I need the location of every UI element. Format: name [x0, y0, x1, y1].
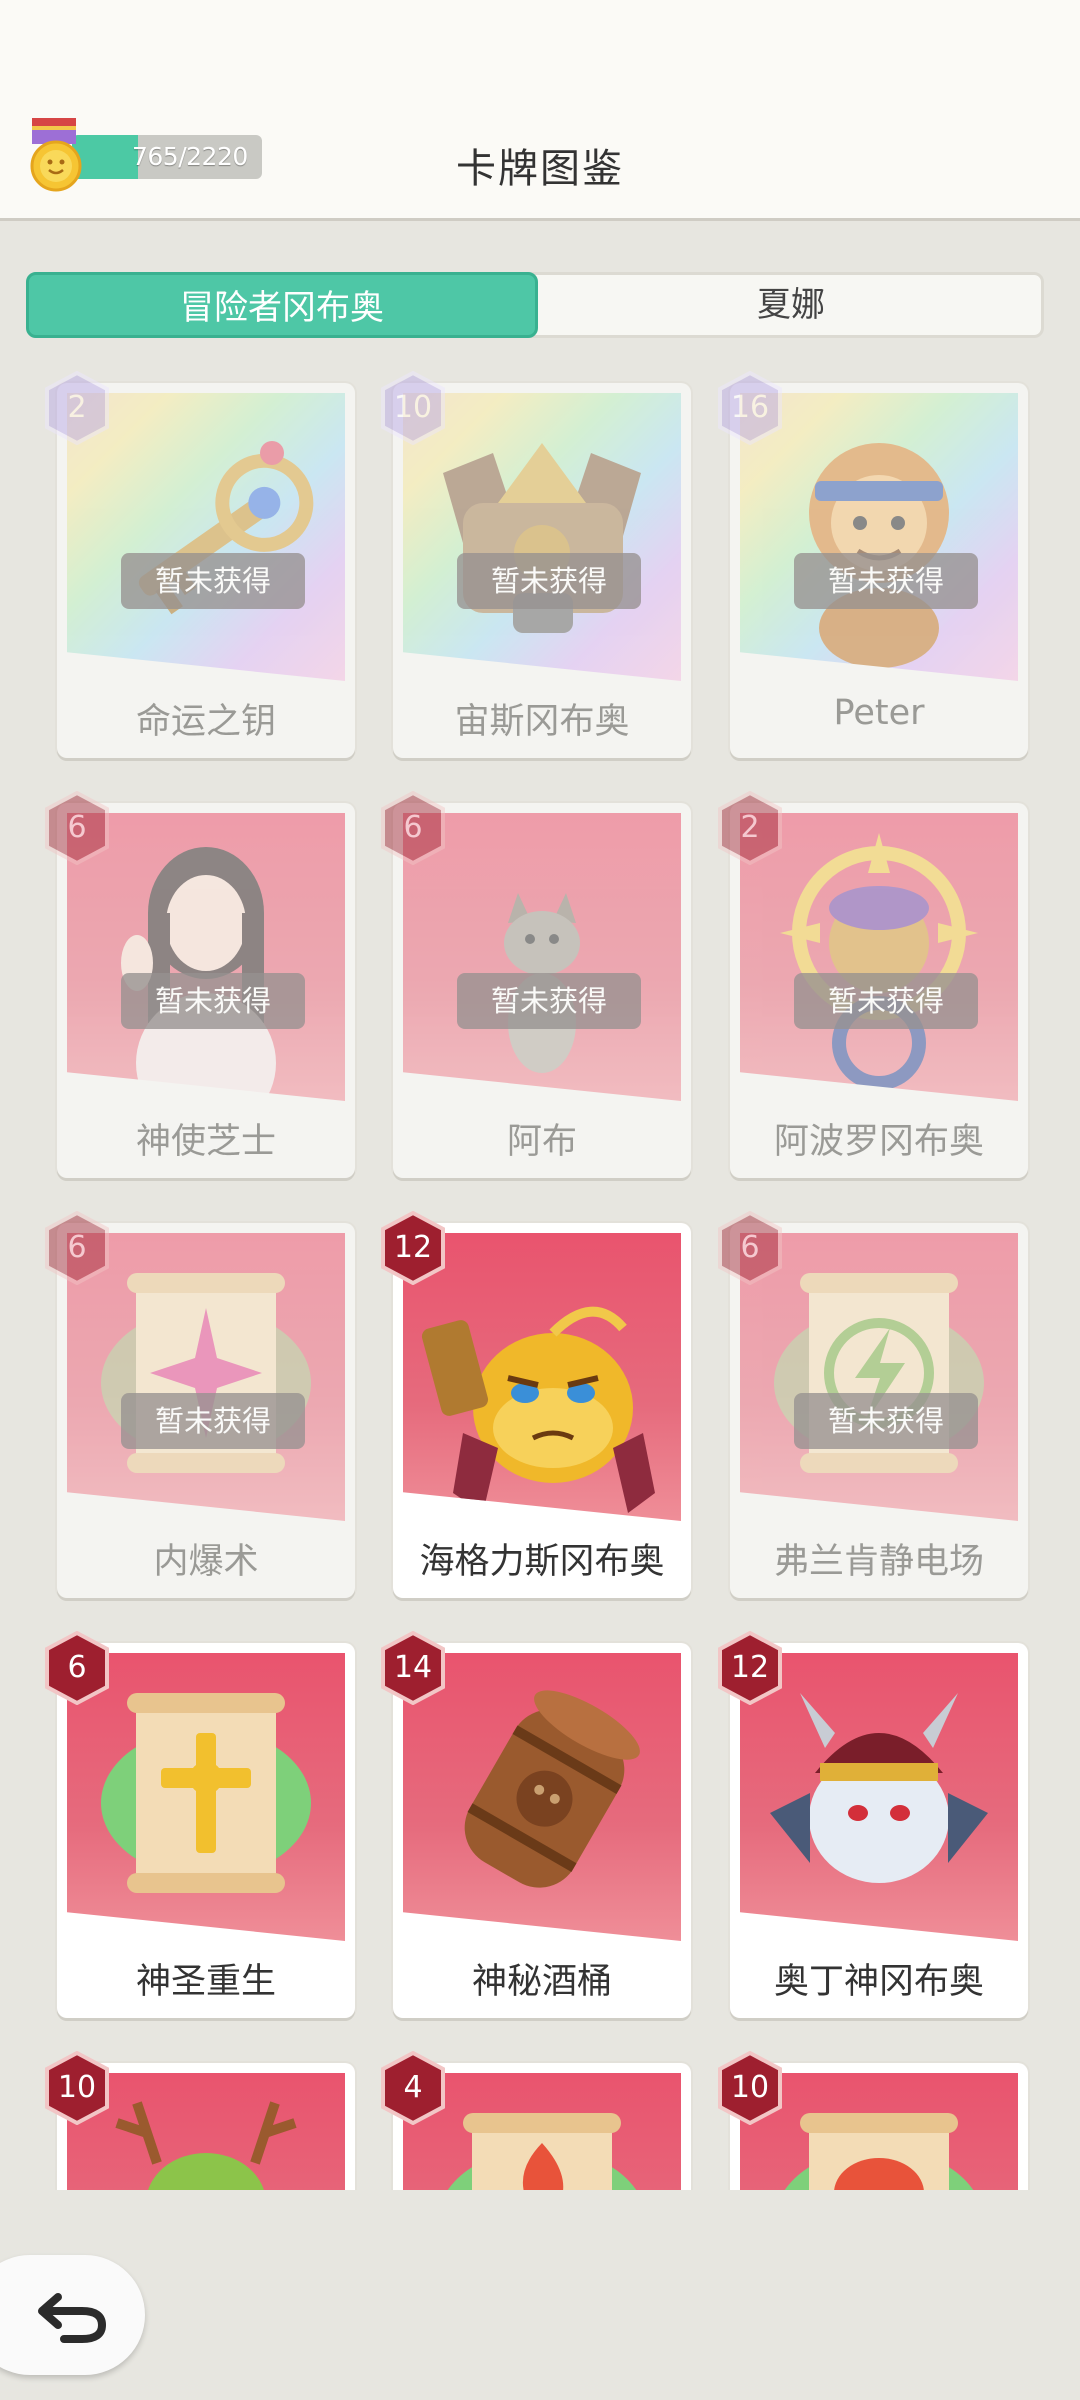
card-name: 宙斯冈布奥 — [454, 702, 630, 742]
card-name: 命运之钥 — [135, 702, 276, 742]
card-item[interactable]: 暂未获得 2 阿波罗冈布奥 — [718, 791, 1028, 1178]
page-title: 卡牌图鉴 — [456, 146, 624, 192]
cost-badge: 6 — [43, 1631, 111, 1705]
back-arrow-icon — [38, 2293, 107, 2343]
card-item[interactable]: 14 神秘酒桶 — [381, 1631, 691, 2018]
tab-adventurer-gumballs[interactable]: 冒险者冈布奥 — [26, 272, 538, 338]
cost-badge: 10 — [716, 2051, 784, 2125]
locked-label: 暂未获得 — [121, 1393, 305, 1449]
card-name: 神圣重生 — [135, 1962, 276, 2002]
card-item[interactable]: 4 — [381, 2051, 691, 2190]
card-item[interactable]: 暂未获得 6 弗兰肯静电场 — [718, 1211, 1028, 1598]
card-item[interactable]: 暂未获得 2 命运之钥 — [45, 371, 355, 758]
cost-badge: 10 — [379, 371, 447, 445]
cost-badge: 16 — [716, 371, 784, 445]
tab-shana[interactable]: 夏娜 — [538, 272, 1044, 338]
card-name: 神使芝士 — [135, 1122, 276, 1162]
card-name: 奥丁神冈布奥 — [773, 1962, 984, 2002]
card-item[interactable]: 12 奥丁神冈布奥 — [718, 1631, 1028, 2018]
locked-label: 暂未获得 — [121, 553, 305, 609]
cost-badge: 4 — [379, 2051, 447, 2125]
card-item[interactable]: 10 — [718, 2051, 1028, 2190]
card-item[interactable]: 12 海格力斯冈布奥 — [381, 1211, 691, 1598]
card-name: 阿波罗冈布奥 — [773, 1122, 984, 1162]
card-name: 神秘酒桶 — [471, 1962, 612, 2002]
card-item[interactable]: 10 — [45, 2051, 355, 2190]
category-tabs: 冒险者冈布奥 夏娜 — [26, 272, 1044, 338]
card-item[interactable]: 暂未获得 6 内爆术 — [45, 1211, 355, 1598]
locked-label: 暂未获得 — [794, 553, 978, 609]
card-name: 海格力斯冈布奥 — [419, 1542, 665, 1582]
cost-badge: 10 — [43, 2051, 111, 2125]
cost-badge: 12 — [379, 1211, 447, 1285]
card-item[interactable]: 暂未获得 16 Peter — [718, 371, 1028, 758]
locked-label: 暂未获得 — [457, 973, 641, 1029]
cost-badge: 6 — [43, 1211, 111, 1285]
locked-label: 暂未获得 — [794, 1393, 978, 1449]
card-item[interactable]: 6 神圣重生 — [45, 1631, 355, 2018]
cost-badge: 2 — [43, 371, 111, 445]
card-name: Peter — [833, 693, 925, 733]
card-item[interactable]: 暂未获得 6 阿布 — [381, 791, 691, 1178]
cost-badge: 2 — [716, 791, 784, 865]
locked-label: 暂未获得 — [457, 553, 641, 609]
cost-badge: 6 — [716, 1211, 784, 1285]
card-item[interactable]: 暂未获得 6 神使芝士 — [45, 791, 355, 1178]
cost-badge: 12 — [716, 1631, 784, 1705]
top-bar: 765/2220 卡牌图鉴 — [0, 0, 1080, 221]
locked-label: 暂未获得 — [794, 973, 978, 1029]
cost-badge: 6 — [379, 791, 447, 865]
card-item[interactable]: 暂未获得 10 宙斯冈布奥 — [381, 371, 691, 758]
locked-label: 暂未获得 — [121, 973, 305, 1029]
cost-badge: 14 — [379, 1631, 447, 1705]
card-name: 内爆术 — [153, 1542, 259, 1582]
card-name: 阿布 — [506, 1122, 577, 1162]
back-button[interactable] — [0, 2255, 145, 2375]
card-name: 弗兰肯静电场 — [773, 1542, 984, 1582]
card-grid[interactable]: 暂未获得 2 命运之钥 暂未获得 10 宙斯冈布奥 暂未获得 16 Peter … — [0, 370, 1080, 2190]
cost-badge: 6 — [43, 791, 111, 865]
